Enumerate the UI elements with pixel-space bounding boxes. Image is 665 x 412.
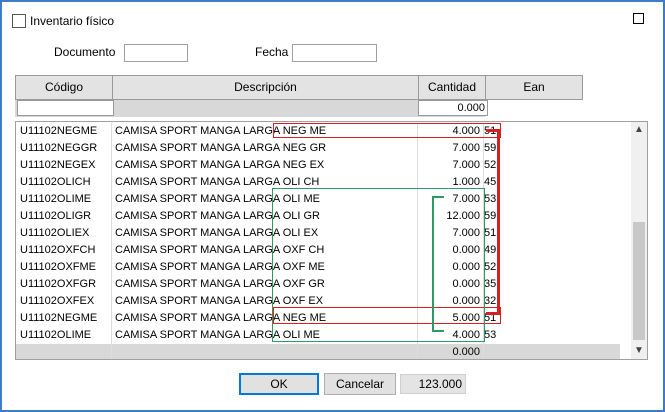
ean-cell: 51: [484, 125, 497, 137]
table-row[interactable]: U11102OXFEX CAMISA SPORT MANGA LARGA OXF …: [16, 293, 620, 310]
column-header-ean[interactable]: Ean: [485, 75, 583, 100]
total-code-cell: [16, 344, 112, 359]
table-row[interactable]: U11102OXFGR CAMISA SPORT MANGA LARGA OXF …: [16, 276, 620, 293]
table-row[interactable]: U11102NEGEX CAMISA SPORT MANGA LARGA NEG …: [16, 157, 620, 174]
scroll-thumb[interactable]: [633, 222, 645, 340]
table-row[interactable]: U11102OXFME CAMISA SPORT MANGA LARGA OXF …: [16, 259, 620, 276]
description-cell: CAMISA SPORT MANGA LARGA NEG GR: [112, 140, 418, 157]
ean-cell: 49: [484, 244, 497, 256]
cantidad-cell: 0.000: [418, 259, 484, 276]
table-row[interactable]: U11102OLIGR CAMISA SPORT MANGA LARGA OLI …: [16, 208, 620, 225]
code-cell: U11102OLIME: [16, 191, 112, 208]
description-cell: CAMISA SPORT MANGA LARGA OLI ME: [112, 327, 418, 344]
table-row[interactable]: U11102OLIME CAMISA SPORT MANGA LARGA OLI …: [16, 191, 620, 208]
grid-body: U11102NEGME CAMISA SPORT MANGA LARGA NEG …: [15, 121, 648, 360]
ean-cell: 52: [484, 261, 497, 273]
code-cell: U11102NEGME: [16, 123, 112, 140]
grid-total-row: 0.000: [16, 344, 620, 359]
documento-label: Documento: [54, 45, 116, 59]
table-row[interactable]: U11102NEGME CAMISA SPORT MANGA LARGA NEG …: [16, 123, 620, 140]
code-cell: U11102OLIEX: [16, 225, 112, 242]
description-cell: CAMISA SPORT MANGA LARGA NEG EX: [112, 157, 418, 174]
ean-cell: 51: [484, 227, 497, 239]
code-cell: U11102OLIGR: [16, 208, 112, 225]
cantidad-cell: 0.000: [418, 276, 484, 293]
scroll-up-icon[interactable]: ▲: [631, 122, 647, 138]
ean-cell: 53: [484, 329, 497, 341]
grid-header: Código Descripción Cantidad Ean: [15, 75, 583, 100]
cantidad-filter-input[interactable]: 0.000: [418, 100, 488, 116]
ean-cell: 35: [484, 278, 497, 290]
table-row[interactable]: U11102OXFCH CAMISA SPORT MANGA LARGA OXF …: [16, 242, 620, 259]
column-header-codigo[interactable]: Código: [15, 75, 112, 100]
code-cell: U11102OLIME: [16, 327, 112, 344]
ok-button[interactable]: OK: [239, 373, 319, 395]
cantidad-cell: 5.000: [418, 310, 484, 327]
description-cell: CAMISA SPORT MANGA LARGA NEG ME: [112, 123, 418, 140]
fecha-field[interactable]: [292, 44, 377, 62]
maximize-icon[interactable]: [633, 13, 644, 24]
table-row[interactable]: U11102OLIEX CAMISA SPORT MANGA LARGA OLI …: [16, 225, 620, 242]
ean-cell: 45: [484, 176, 497, 188]
window-icon: [12, 14, 26, 28]
code-cell: U11102NEGME: [16, 310, 112, 327]
ean-cell: 59: [484, 210, 497, 222]
cantidad-cell: 4.000: [418, 123, 484, 140]
code-cell: U11102OXFME: [16, 259, 112, 276]
table-row[interactable]: U11102OLICH CAMISA SPORT MANGA LARGA OLI …: [16, 174, 620, 191]
cantidad-cell: 4.000: [418, 327, 484, 344]
documento-field[interactable]: [124, 44, 188, 62]
code-cell: U11102OXFCH: [16, 242, 112, 259]
ean-cell: 59: [484, 142, 497, 154]
code-cell: U11102NEGGR: [16, 140, 112, 157]
ean-cell: 53: [484, 193, 497, 205]
cantidad-cell: 0.000: [418, 293, 484, 310]
column-header-cantidad[interactable]: Cantidad: [418, 75, 485, 100]
cantidad-cell: 7.000: [418, 225, 484, 242]
cantidad-cell: 12.000: [418, 208, 484, 225]
scroll-down-icon[interactable]: ▼: [631, 343, 647, 359]
cantidad-cell: 7.000: [418, 140, 484, 157]
total-desc-cell: [112, 344, 418, 359]
fecha-label: Fecha: [255, 45, 289, 59]
total-value: 123.000: [400, 374, 466, 394]
codigo-filter-input[interactable]: [17, 100, 114, 116]
window-title: Inventario físico: [30, 14, 115, 28]
cantidad-cell: 7.000: [418, 157, 484, 174]
table-row[interactable]: U11102NEGGR CAMISA SPORT MANGA LARGA NEG …: [16, 140, 620, 157]
code-cell: U11102NEGEX: [16, 157, 112, 174]
column-header-descripcion[interactable]: Descripción: [112, 75, 418, 100]
code-cell: U11102OXFEX: [16, 293, 112, 310]
vertical-scrollbar[interactable]: ▲ ▼: [631, 122, 647, 359]
table-row[interactable]: U11102NEGME CAMISA SPORT MANGA LARGA NEG …: [16, 310, 620, 327]
ean-cell: 52: [484, 159, 497, 171]
cancel-button[interactable]: Cancelar: [324, 373, 396, 395]
code-cell: U11102OXFGR: [16, 276, 112, 293]
description-cell: CAMISA SPORT MANGA LARGA OXF ME: [112, 259, 418, 276]
cantidad-cell: 7.000: [418, 191, 484, 208]
description-cell: CAMISA SPORT MANGA LARGA OLI GR: [112, 208, 418, 225]
description-cell: CAMISA SPORT MANGA LARGA OLI ME: [112, 191, 418, 208]
description-cell: CAMISA SPORT MANGA LARGA OXF EX: [112, 293, 418, 310]
ean-cell: 32: [484, 295, 497, 307]
description-cell: CAMISA SPORT MANGA LARGA NEG ME: [112, 310, 418, 327]
description-cell: CAMISA SPORT MANGA LARGA OLI CH: [112, 174, 418, 191]
description-cell: CAMISA SPORT MANGA LARGA OXF GR: [112, 276, 418, 293]
table-row[interactable]: U11102OLIME CAMISA SPORT MANGA LARGA OLI …: [16, 327, 620, 344]
code-cell: U11102OLICH: [16, 174, 112, 191]
total-cantidad-cell: 0.000: [418, 344, 484, 359]
cantidad-cell: 0.000: [418, 242, 484, 259]
description-cell: CAMISA SPORT MANGA LARGA OLI EX: [112, 225, 418, 242]
cantidad-cell: 1.000: [418, 174, 484, 191]
description-cell: CAMISA SPORT MANGA LARGA OXF CH: [112, 242, 418, 259]
ean-cell: 51: [484, 312, 497, 324]
